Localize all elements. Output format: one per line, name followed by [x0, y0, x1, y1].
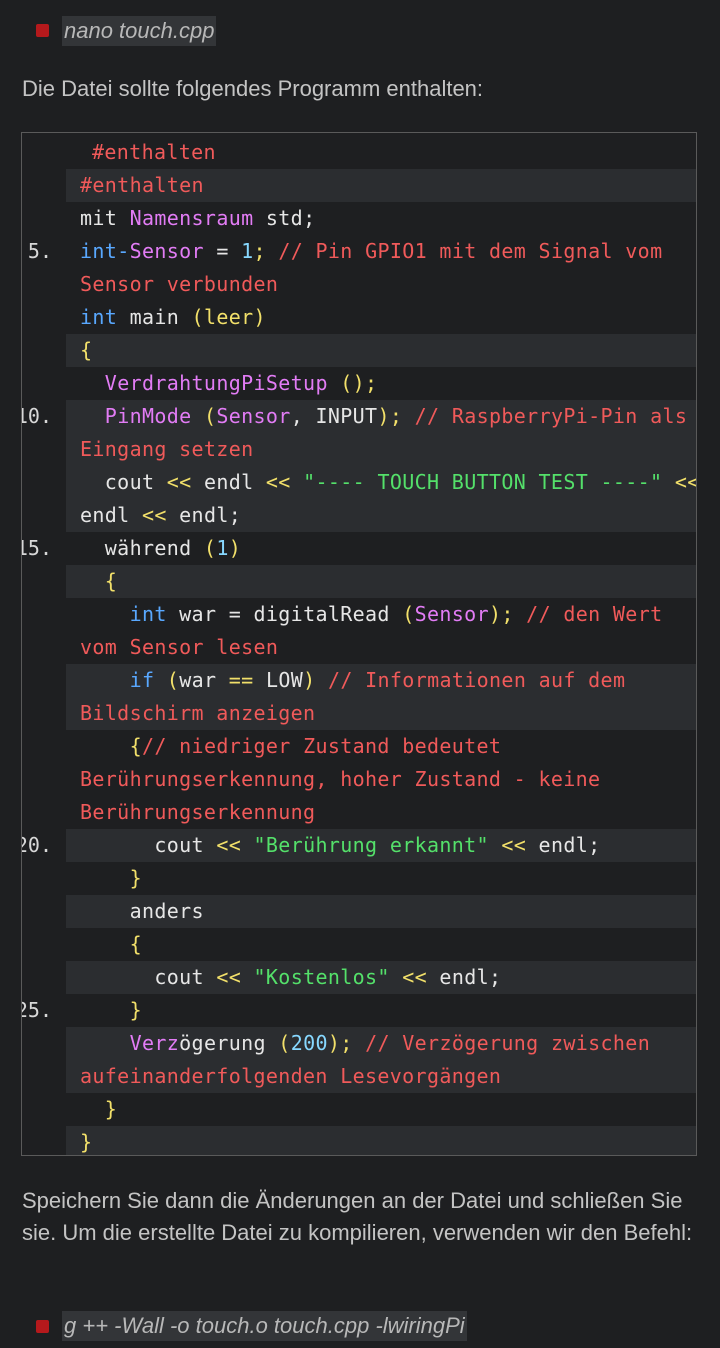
bullet-marker: [36, 1320, 49, 1333]
code-line: VerdrahtungPiSetup ();: [104, 371, 378, 395]
code-line: PinMode (Sensor, INPUT); // RaspberryPi-…: [66, 400, 696, 433]
code-line: }: [80, 998, 142, 1022]
line-number: 20.: [22, 833, 52, 857]
code-line: Eingang setzen: [66, 433, 696, 466]
code-line: Verzögerung (200); // Verzögerung zwisch…: [66, 1027, 696, 1060]
code-line: Berührungserkennung: [80, 800, 316, 824]
code-line: während (1): [80, 536, 242, 560]
bullet-marker: [36, 24, 49, 37]
line-number: 10.: [22, 404, 52, 428]
code-line: cout << "Berührung erkannt" << endl;: [66, 829, 696, 862]
code-line: cout << "Kostenlos" << endl;: [66, 961, 696, 994]
code-line: {: [66, 565, 696, 598]
code-line: endl << endl;: [66, 499, 696, 532]
code-line: Bildschirm anzeigen: [66, 697, 696, 730]
code-line: #enthalten: [92, 140, 216, 164]
code-line: #enthalten: [66, 169, 696, 202]
command-nano: nano touch.cpp: [62, 16, 217, 46]
line-number: 25.: [22, 998, 52, 1022]
code-line: if (war == LOW) // Informationen auf dem: [66, 664, 696, 697]
command-compile: g ++ -Wall -o touch.o touch.cpp -lwiring…: [62, 1311, 467, 1341]
code-line: mit Namensraum std;: [80, 206, 316, 230]
code-line: {: [66, 334, 696, 367]
code-line: aufeinanderfolgenden Lesevorgängen: [66, 1060, 696, 1093]
code-line: Sensor verbunden: [80, 272, 279, 296]
line-number: 5.: [27, 239, 52, 263]
code-line: {// niedriger Zustand bedeutet: [129, 734, 502, 758]
code-line: cout << endl << "---- TOUCH BUTTON TEST …: [66, 466, 696, 499]
code-line: Berührungserkennung, hoher Zustand - kei…: [80, 767, 601, 791]
code-line: {: [80, 932, 142, 956]
code-block: #enthalten #enthalten mit Namensraum std…: [21, 132, 697, 1156]
intro-paragraph: Die Datei sollte folgendes Programm enth…: [22, 76, 484, 101]
save-paragraph: Speichern Sie dann die Änderungen an der…: [22, 1188, 693, 1245]
code-line: }: [80, 866, 142, 890]
code-line: int main (leer): [80, 305, 266, 329]
line-number: 15.: [22, 536, 52, 560]
code-line: }: [80, 1097, 118, 1121]
code-line: anders: [66, 895, 696, 928]
code-line: int war = digitalRead (Sensor); // den W…: [129, 602, 663, 626]
code-line: }: [66, 1126, 696, 1155]
code-line: int-Sensor = 1; // Pin GPIO1 mit dem Sig…: [80, 239, 663, 263]
code-line: vom Sensor lesen: [80, 635, 279, 659]
